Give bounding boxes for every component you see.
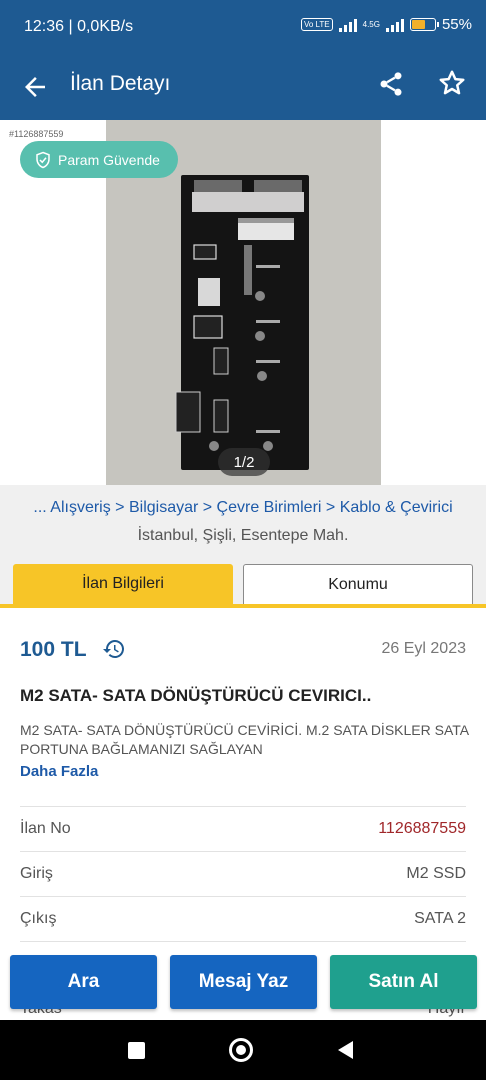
location-text: İstanbul, Şişli, Esentepe Mah. [137,527,349,544]
photo-gallery[interactable]: #1126887559 Param Güvende 1/2 [0,120,486,485]
page-title: İlan Detayı [70,72,171,95]
status-icons: Vo LTE 4.5G 55% [300,16,472,33]
breadcrumb[interactable]: ... Alışveriş > Bilgisayar > Çevre Birim… [0,499,486,517]
home-icon[interactable] [229,1038,253,1062]
system-back-icon[interactable] [338,1041,353,1059]
detail-key: Çıkış [20,910,57,927]
listing-date: 26 Eyl 2023 [381,640,466,657]
app-bar: İlan Detayı [0,56,486,120]
favorite-star-icon[interactable] [437,68,467,98]
system-nav-bar [0,1020,486,1080]
battery-percent: 55% [441,16,472,33]
detail-row: Giriş M2 SSD [20,851,466,896]
price-history-icon[interactable] [102,637,126,661]
share-icon[interactable] [377,70,405,98]
price: 100 TL [20,638,87,661]
secure-payment-label: Param Güvende [58,151,160,168]
signal-icon [338,18,357,32]
message-button[interactable]: Mesaj Yaz [170,955,317,1009]
photo-counter: 1/2 [218,448,270,476]
status-time: 12:36 | 0,0KB/s [24,18,134,35]
category-section: ... Alışveriş > Bilgisayar > Çevre Birim… [0,485,486,605]
listing-description: M2 SATA- SATA DÖNÜŞTÜRÜCÜ CEVİRİCİ. M.2 … [20,722,469,757]
signal-icon-2 [385,18,404,32]
secure-payment-badge[interactable]: Param Güvende [20,141,178,178]
action-bar: Ara Mesaj Yaz Satın Al [0,955,486,1015]
detail-row: Çıkış SATA 2 [20,896,466,941]
detail-value: SATA 2 [414,910,466,927]
listing-title: M2 SATA- SATA DÖNÜŞTÜRÜCÜ CEVIRICI.. [20,686,372,705]
status-bar: 12:36 | 0,0KB/s Vo LTE 4.5G 55% [0,0,486,56]
shield-check-icon [36,151,50,168]
read-more-link[interactable]: Daha Fazla [20,763,98,780]
back-arrow-icon[interactable] [20,72,50,102]
tab-listing-info[interactable]: İlan Bilgileri [13,564,233,604]
detail-value: M2 SSD [406,865,466,882]
recent-apps-icon[interactable] [128,1042,145,1059]
battery-icon [409,18,439,31]
detail-row: İlan No 1126887559 [20,806,466,851]
call-button[interactable]: Ara [10,955,157,1009]
buy-button[interactable]: Satın Al [330,955,477,1009]
tab-location[interactable]: Konumu [243,564,473,604]
network-type-label: 4.5G [362,19,380,29]
listing-ref: #1126887559 [9,129,64,139]
detail-key: İlan No [20,820,71,837]
detail-value: 1126887559 [378,820,466,837]
detail-key: Giriş [20,865,53,882]
volte-icon: Vo LTE [300,18,333,31]
